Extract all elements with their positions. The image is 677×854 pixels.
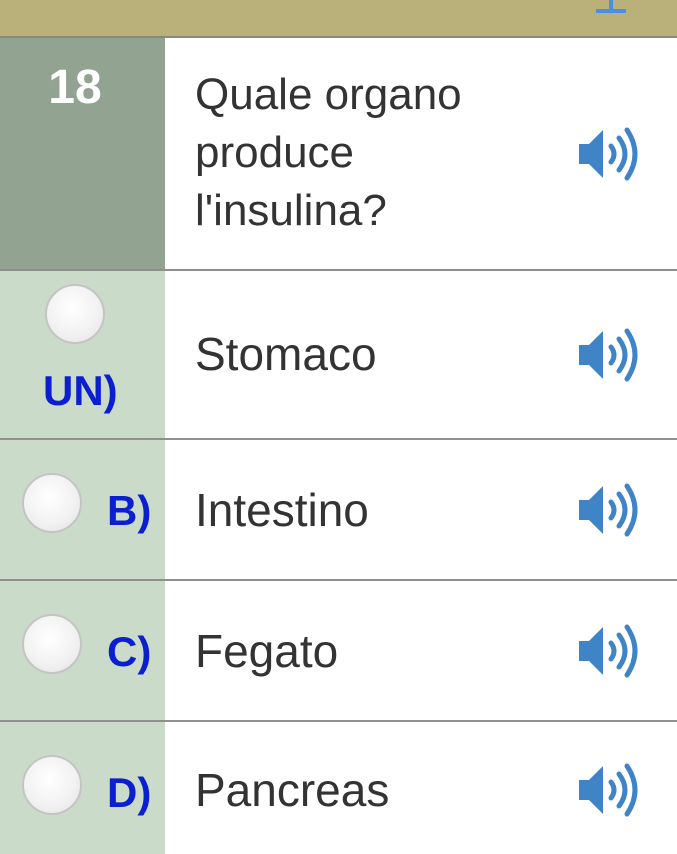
question-panel: Quale organo produce l'insulina? — [165, 38, 677, 270]
answer-letter-b: B) — [107, 487, 152, 534]
answer-panel: Intestino — [165, 440, 677, 579]
answer-option-a[interactable]: UN) Stomaco — [0, 271, 677, 439]
speaker-icon[interactable] — [577, 762, 643, 818]
speaker-icon[interactable] — [577, 327, 643, 383]
radio-button-a[interactable] — [45, 284, 105, 344]
top-bar — [0, 0, 677, 38]
top-bar-icon[interactable] — [596, 0, 626, 14]
answer-letter-d: D) — [107, 769, 152, 816]
answer-text-a: Stomaco — [195, 328, 377, 380]
answer-option-b[interactable]: B) Intestino — [0, 440, 677, 579]
answer-option-d[interactable]: D) Pancreas — [0, 722, 677, 854]
answer-text-b: Intestino — [195, 484, 369, 536]
radio-button-d[interactable] — [22, 755, 82, 815]
radio-button-c[interactable] — [22, 614, 82, 674]
question-row: 18 Quale organo produce l'insulina? — [0, 38, 677, 270]
answer-panel: Stomaco — [165, 271, 677, 439]
answer-selector-panel: UN) — [0, 271, 165, 439]
speaker-icon[interactable] — [577, 482, 643, 538]
question-number: 18 — [48, 61, 102, 114]
answer-letter-a: UN) — [43, 367, 118, 414]
answer-panel: Fegato — [165, 581, 677, 720]
answer-option-c[interactable]: C) Fegato — [0, 581, 677, 720]
answer-selector-panel: B) — [0, 440, 165, 579]
answer-text-c: Fegato — [195, 625, 339, 677]
answer-letter-c: C) — [107, 628, 152, 675]
answer-panel: Pancreas — [165, 722, 677, 854]
answer-selector-panel: C) — [0, 581, 165, 720]
answer-selector-panel: D) — [0, 722, 165, 854]
answer-text-d: Pancreas — [195, 764, 390, 816]
speaker-icon[interactable] — [577, 126, 643, 182]
question-text: Quale organo produce l'insulina? — [195, 70, 462, 235]
speaker-icon[interactable] — [577, 623, 643, 679]
quiz-screen: 18 Quale organo produce l'insulina? UN) … — [0, 0, 677, 854]
question-number-panel: 18 — [0, 38, 165, 270]
radio-button-b[interactable] — [22, 473, 82, 533]
